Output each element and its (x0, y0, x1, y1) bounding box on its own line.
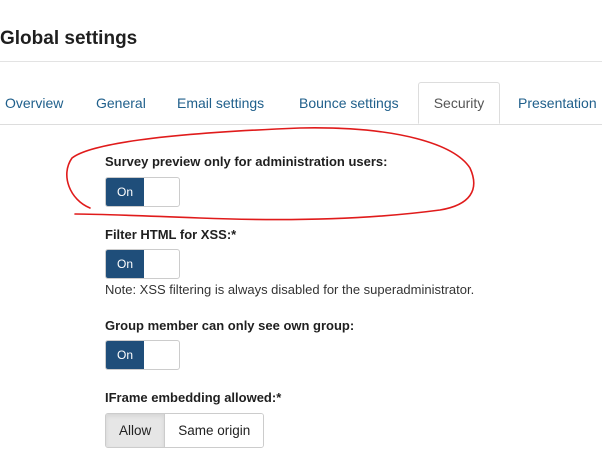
group-member-toggle[interactable]: On (105, 340, 180, 370)
xss-note: Note: XSS filtering is always disabled f… (105, 282, 475, 297)
tab-general[interactable]: General (96, 83, 146, 123)
group-member-label: Group member can only see own group: (105, 318, 355, 333)
tab-overview[interactable]: Overview (5, 83, 63, 123)
iframe-option-same-origin[interactable]: Same origin (165, 414, 264, 447)
tab-security[interactable]: Security (418, 82, 500, 124)
toggle-on-state: On (106, 341, 144, 369)
tab-email-settings[interactable]: Email settings (177, 83, 264, 123)
tab-bar: Overview General Email settings Bounce s… (0, 82, 602, 125)
red-annotation-circle (66, 127, 475, 221)
tab-presentation[interactable]: Presentation (518, 83, 597, 123)
toggle-on-state: On (106, 178, 144, 206)
filter-xss-toggle[interactable]: On (105, 249, 180, 279)
survey-preview-toggle[interactable]: On (105, 177, 180, 207)
page-title: Global settings (0, 28, 138, 49)
toggle-on-state: On (106, 250, 144, 278)
filter-xss-label: Filter HTML for XSS:* (105, 227, 237, 242)
iframe-embedding-label: IFrame embedding allowed:* (105, 390, 282, 405)
iframe-option-allow[interactable]: Allow (106, 414, 166, 447)
title-divider (0, 61, 602, 62)
iframe-embedding-options: Allow Same origin (105, 413, 265, 448)
tab-bounce-settings[interactable]: Bounce settings (299, 83, 399, 123)
survey-preview-label: Survey preview only for administration u… (105, 154, 388, 169)
